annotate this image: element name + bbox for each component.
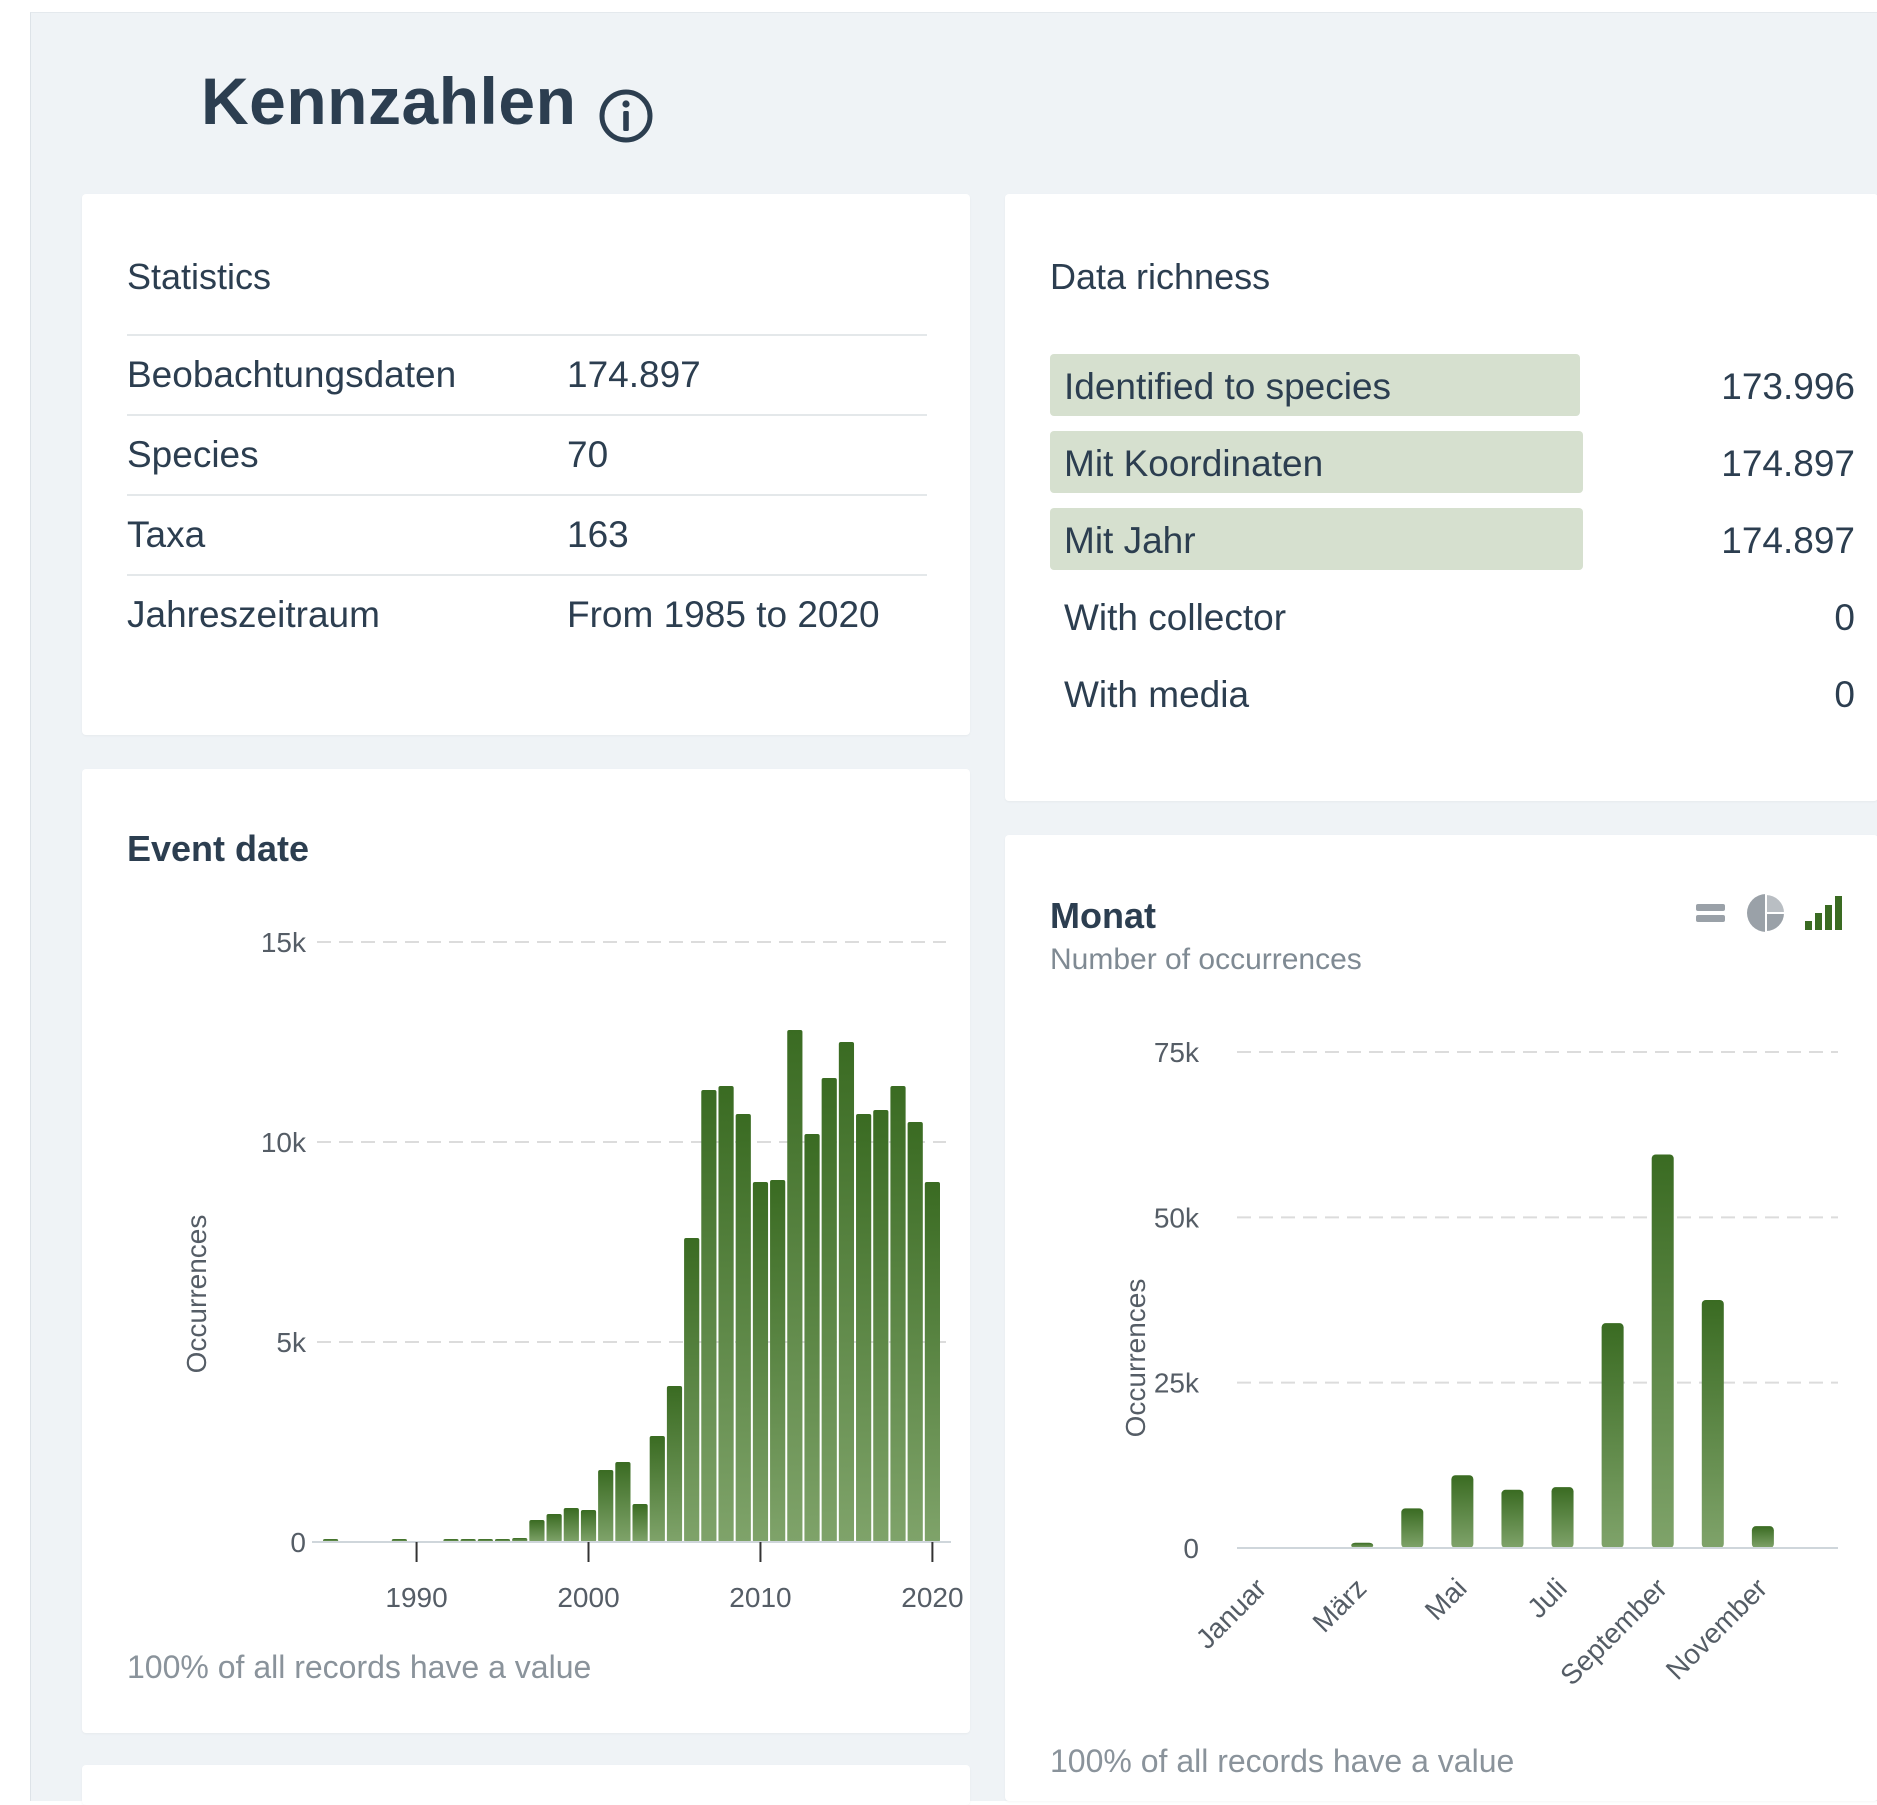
x-tick-label: Januar xyxy=(1190,1572,1272,1654)
statistics-row: Jahreszeitraum From 1985 to 2020 xyxy=(127,574,927,654)
statistics-label: Species xyxy=(127,414,567,495)
month-bar xyxy=(1401,1508,1424,1548)
statistics-heading: Statistics xyxy=(127,256,272,297)
month-chart: 0 25k 50k 75k Occurrences Januar März Mai JuliSe… xyxy=(1120,1037,1838,1691)
data-richness-row[interactable]: Mit Koordinaten 174.897 xyxy=(1050,431,1855,493)
x-tick-label: 2010 xyxy=(729,1582,791,1613)
y-tick-label: 25k xyxy=(1154,1368,1200,1399)
data-richness-value: 0 xyxy=(1834,674,1855,715)
event-date-bar xyxy=(735,1114,751,1542)
data-richness-label: Mit Koordinaten xyxy=(1064,443,1324,484)
data-richness-label: With media xyxy=(1064,674,1250,715)
month-footnote: 100% of all records have a value xyxy=(1050,1743,1515,1779)
statistics-value: 70 xyxy=(567,414,927,495)
event-date-chart: 0 5k 10k 15k Occurrences 1990 2000 2010 2020 xyxy=(181,927,964,1613)
event-date-bar xyxy=(924,1182,940,1542)
event-date-bar xyxy=(770,1180,786,1542)
data-richness-label: Identified to species xyxy=(1064,366,1392,407)
event-date-bar xyxy=(546,1514,562,1542)
dashboard-page: Kennzahlen Statistics Beobachtungsdaten 1… xyxy=(30,12,1877,1805)
data-richness-row[interactable]: Mit Jahr 174.897 xyxy=(1050,508,1855,570)
y-tick-label: 50k xyxy=(1154,1202,1200,1233)
data-richness-value: 173.996 xyxy=(1721,366,1855,407)
month-bar xyxy=(1751,1526,1774,1548)
data-richness-row[interactable]: With media 0 xyxy=(1050,662,1855,724)
y-axis-title: Occurrences xyxy=(181,1215,212,1374)
y-tick-label: 0 xyxy=(1183,1533,1199,1564)
event-date-bar xyxy=(856,1114,872,1542)
y-tick-label: 10k xyxy=(261,1127,307,1158)
data-richness-card: Data richness Identified to species 173.9… xyxy=(1005,194,1877,801)
event-date-footnote: 100% of all records have a value xyxy=(127,1649,592,1685)
event-date-bar xyxy=(821,1078,837,1542)
data-richness-heading: Data richness xyxy=(1050,256,1271,297)
data-richness-value: 0 xyxy=(1834,597,1855,638)
event-date-bar xyxy=(598,1470,614,1542)
data-richness-row[interactable]: With collector 0 xyxy=(1050,585,1855,647)
statistics-row: Species 70 xyxy=(127,414,927,495)
x-tick-label: 2000 xyxy=(557,1582,619,1613)
x-tick-label: 1990 xyxy=(385,1582,447,1613)
month-card: Monat Number of occurrences 0 25k 50k 75k Oc… xyxy=(1005,835,1877,1801)
event-date-bar xyxy=(666,1386,683,1542)
x-tick-label: November xyxy=(1660,1572,1773,1685)
y-axis-title: Occurrences xyxy=(1120,1279,1151,1438)
y-tick-label: 15k xyxy=(261,927,307,958)
statistics-value: From 1985 to 2020 xyxy=(567,574,927,654)
month-bar xyxy=(1451,1475,1474,1548)
month-bar xyxy=(1551,1487,1574,1548)
event-date-bar xyxy=(838,1042,855,1542)
data-richness-value: 174.897 xyxy=(1721,520,1855,561)
x-tick-label: Juli xyxy=(1521,1572,1573,1624)
event-date-bar xyxy=(529,1520,545,1542)
statistics-card: Statistics Beobachtungsdaten 174.897 Speci… xyxy=(82,194,970,735)
data-richness-label: With collector xyxy=(1064,597,1287,638)
y-tick-label: 5k xyxy=(276,1327,307,1358)
data-richness-label: Mit Jahr xyxy=(1064,520,1196,561)
statistics-label: Beobachtungsdaten xyxy=(127,334,567,415)
y-tick-label: 75k xyxy=(1154,1037,1200,1068)
event-date-bar xyxy=(580,1510,597,1542)
event-date-bar xyxy=(718,1086,734,1542)
event-date-bar xyxy=(632,1504,648,1542)
month-bar xyxy=(1601,1323,1624,1548)
statistics-value: 163 xyxy=(567,494,927,575)
statistics-label: Jahreszeitraum xyxy=(127,574,567,654)
statistics-table: Beobachtungsdaten 174.897 Species 70 Taxa 163… xyxy=(127,334,927,654)
event-date-bar xyxy=(684,1238,700,1542)
month-bar xyxy=(1701,1300,1724,1548)
event-date-bar xyxy=(752,1182,769,1542)
event-date-bar xyxy=(649,1436,665,1542)
event-date-card: Event date 0 5k 10k 15k Occurrences 1990 2000 2… xyxy=(82,769,970,1733)
data-richness-value: 174.897 xyxy=(1721,443,1855,484)
event-date-bar xyxy=(890,1086,906,1542)
month-bar xyxy=(1651,1154,1674,1548)
month-bar xyxy=(1501,1489,1524,1548)
event-date-bar xyxy=(804,1134,820,1542)
event-date-bar xyxy=(563,1508,579,1542)
statistics-value: 174.897 xyxy=(567,334,927,415)
event-date-bar xyxy=(701,1090,717,1542)
event-date-bar xyxy=(907,1122,923,1542)
page-title: Kennzahlen xyxy=(201,64,577,138)
next-card xyxy=(82,1765,970,1805)
x-tick-label: März xyxy=(1307,1572,1373,1638)
statistics-row: Taxa 163 xyxy=(127,494,927,575)
statistics-row: Beobachtungsdaten 174.897 xyxy=(127,334,927,415)
event-date-bar xyxy=(615,1462,631,1542)
data-richness-row[interactable]: Identified to species 173.996 xyxy=(1050,354,1855,416)
info-icon[interactable] xyxy=(597,87,655,145)
y-tick-label: 0 xyxy=(290,1527,306,1558)
x-tick-label: 2020 xyxy=(901,1582,963,1613)
x-tick-label: September xyxy=(1554,1572,1673,1691)
event-date-bar xyxy=(873,1110,889,1542)
statistics-label: Taxa xyxy=(127,494,567,575)
x-tick-label: Mai xyxy=(1419,1572,1473,1626)
event-date-bar xyxy=(787,1030,803,1542)
